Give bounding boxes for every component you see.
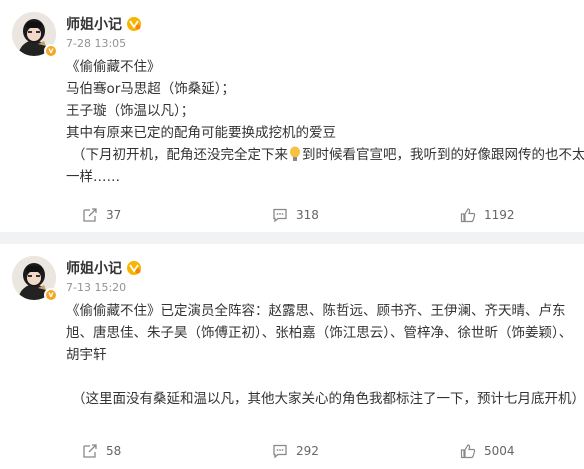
forward-button[interactable]: 37 xyxy=(82,207,121,223)
like-icon xyxy=(460,208,476,223)
verified-badge-icon: v xyxy=(44,288,58,302)
comment-button[interactable]: 292 xyxy=(272,443,319,459)
post-timestamp[interactable]: 7-13 15:20 xyxy=(66,281,126,294)
forward-button[interactable]: 58 xyxy=(82,443,121,459)
verified-badge-icon: v xyxy=(44,44,58,58)
vip-badge-icon[interactable] xyxy=(127,17,141,31)
content-line: 马伯骞or马思超（饰桑延）； xyxy=(66,81,236,97)
content-paragraph: 《偷偷藏不住》已定演员全阵容：赵露思、陈哲远、顾书齐、王伊澜、齐天晴、卢东旭、唐… xyxy=(66,303,573,363)
action-bar: 58 292 5004 xyxy=(0,441,584,461)
comment-button[interactable]: 318 xyxy=(272,207,319,223)
like-count: 1192 xyxy=(484,208,515,222)
post-timestamp[interactable]: 7-28 13:05 xyxy=(66,37,126,50)
username[interactable]: 师姐小记 xyxy=(66,14,122,34)
emoji-icon xyxy=(290,146,300,161)
action-bar: 37 318 1192 xyxy=(0,205,584,225)
post-content: 《偷偷藏不住》 马伯骞or马思超（饰桑延）； 王子璇（饰温以凡）； 其中有原来已… xyxy=(66,56,584,188)
forward-count: 58 xyxy=(106,444,122,458)
forward-icon xyxy=(83,444,97,458)
content-note: （这里面没有桑延和温以凡，其他大家关心的角色我都标注了一下，预计七月底开机） xyxy=(72,391,584,407)
content-line: （下月初开机，配角还没完全定下来 到时候看官宣吧，我听到的好像跟网传的也不太 xyxy=(66,144,584,166)
like-count: 5004 xyxy=(484,444,515,458)
weibo-post: v 师姐小记 7-13 15:20 《偷偷藏不住》已定演员全阵容：赵露思、陈哲远… xyxy=(0,244,584,469)
comment-icon xyxy=(273,444,287,459)
forward-count: 37 xyxy=(106,208,122,222)
content-line: 其中有原来已定的配角可能要换成挖机的爱豆 xyxy=(66,125,336,141)
forward-icon xyxy=(83,208,97,222)
content-line: 《偷偷藏不住》 xyxy=(66,59,161,75)
like-icon xyxy=(460,444,476,459)
weibo-post: v 师姐小记 7-28 13:05 《偷偷藏不住》 马伯骞or马思超（饰桑延）；… xyxy=(0,0,584,232)
post-content: 《偷偷藏不住》已定演员全阵容：赵露思、陈哲远、顾书齐、王伊澜、齐天晴、卢东旭、唐… xyxy=(66,300,584,410)
like-button[interactable]: 1192 xyxy=(460,207,515,223)
comment-count: 292 xyxy=(296,444,319,458)
username[interactable]: 师姐小记 xyxy=(66,258,122,278)
like-button[interactable]: 5004 xyxy=(460,443,515,459)
content-text: 到时候看官宣吧，我听到的好像跟网传的也不太 xyxy=(302,147,584,163)
vip-badge-icon[interactable] xyxy=(127,261,141,275)
content-text: （下月初开机，配角还没完全定下来 xyxy=(72,147,288,163)
comment-icon xyxy=(273,208,287,223)
content-line: 王子璇（饰温以凡）； xyxy=(66,103,195,119)
content-line: 一样…… xyxy=(66,169,120,185)
comment-count: 318 xyxy=(296,208,319,222)
